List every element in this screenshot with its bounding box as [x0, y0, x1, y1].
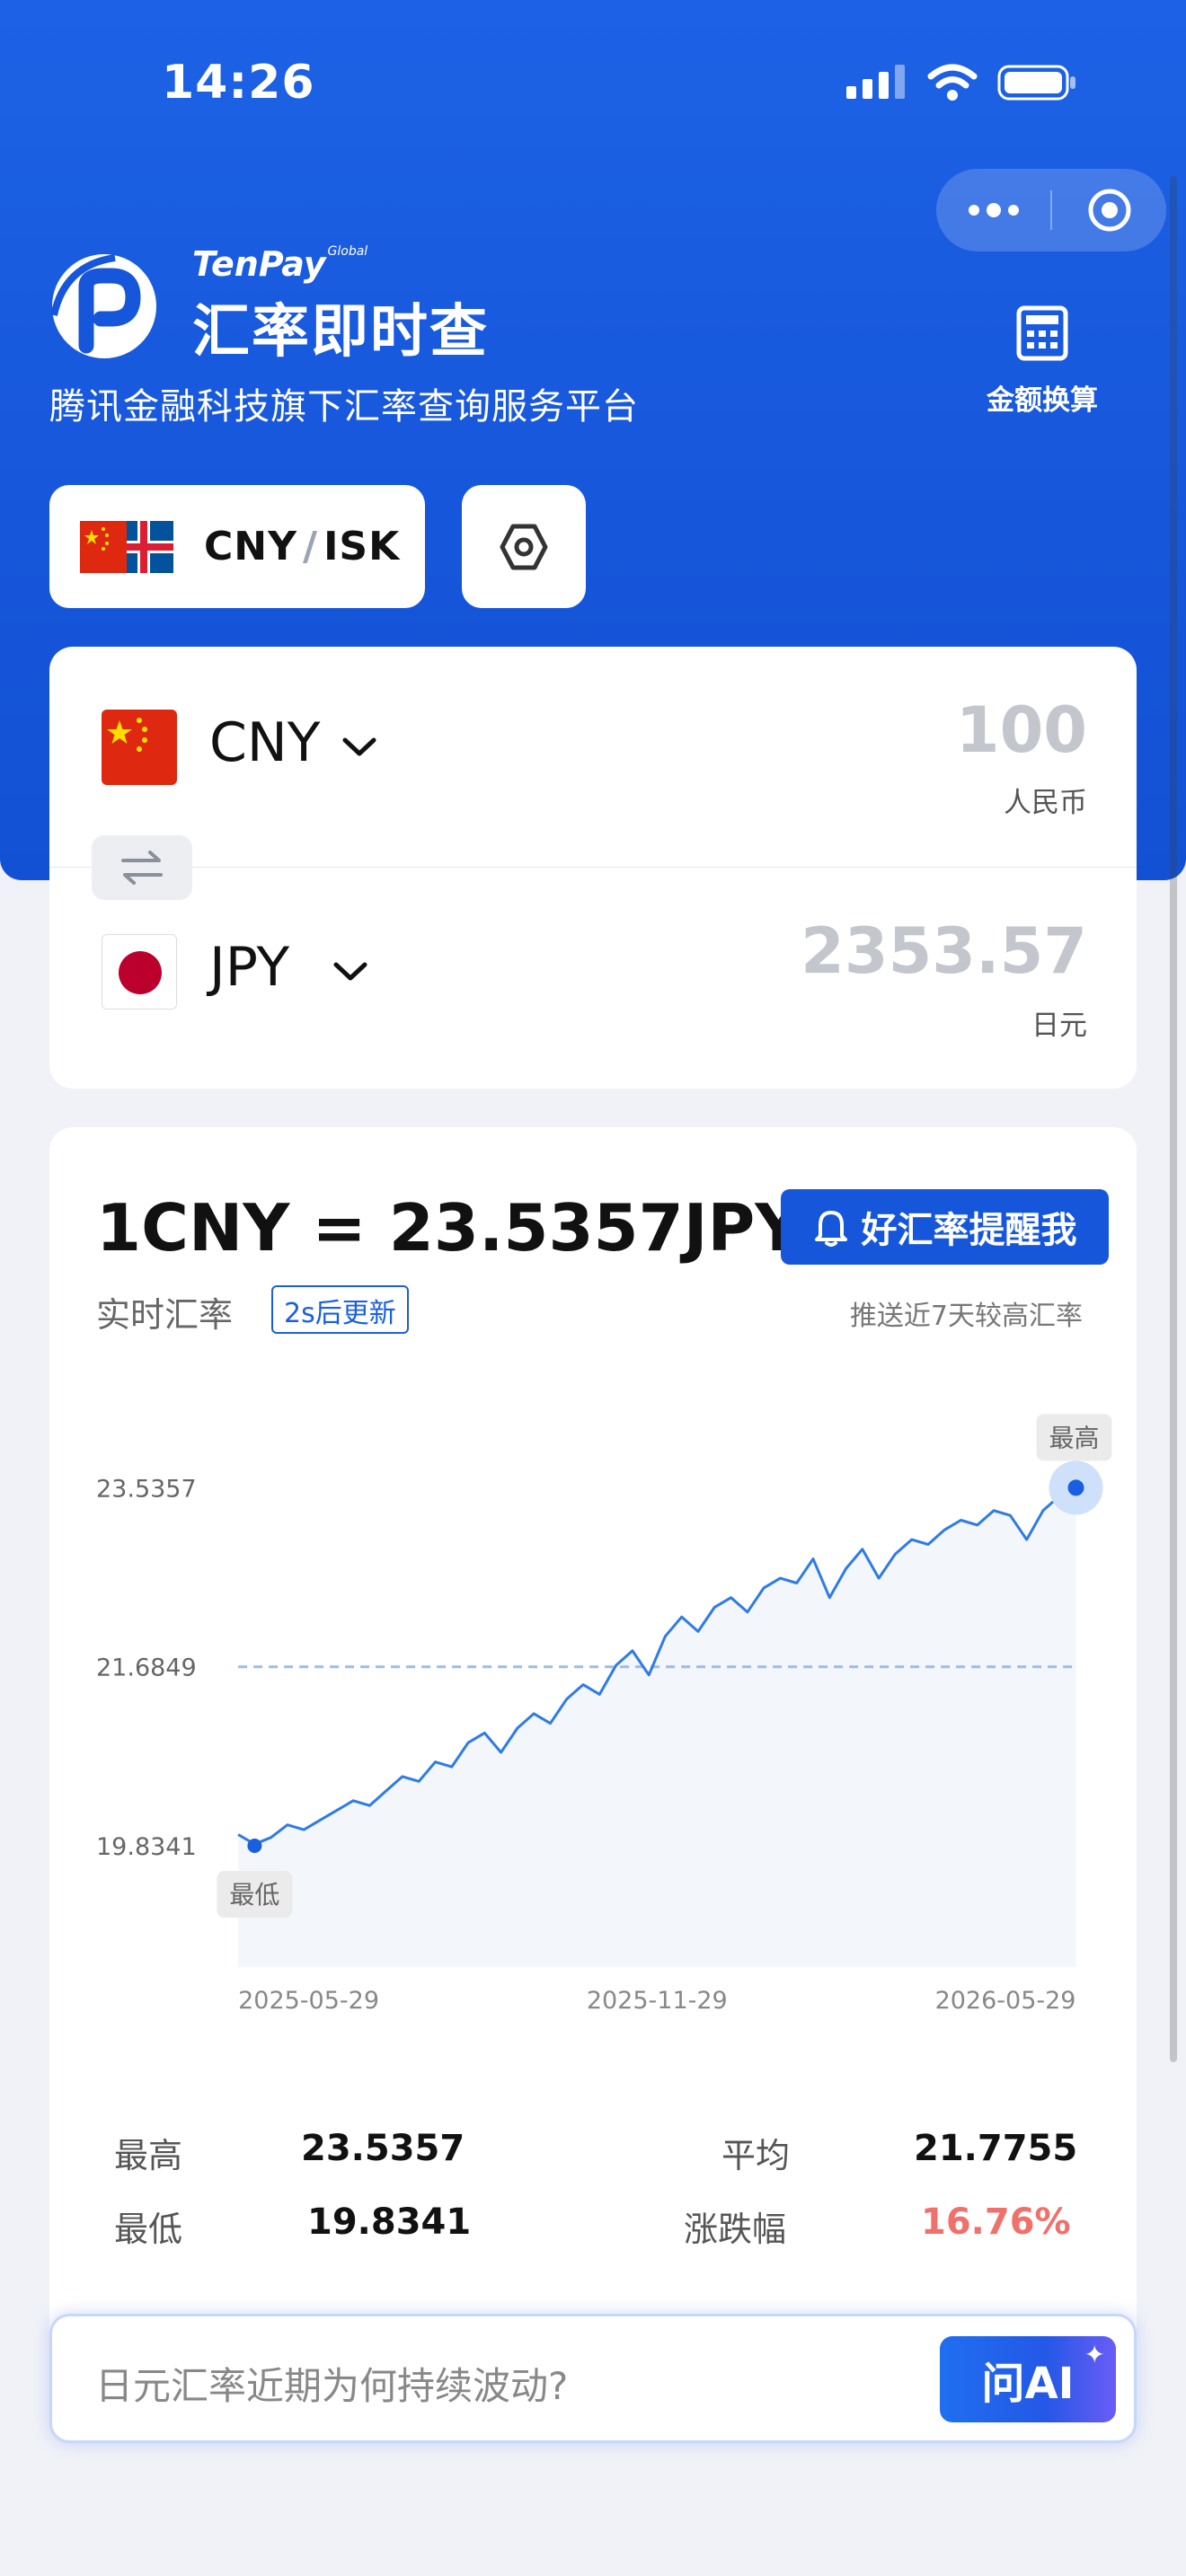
stat-avg-label: 平均	[721, 2136, 791, 2175]
calculator-icon	[1016, 305, 1068, 361]
japan-flag-icon	[102, 934, 177, 1010]
ask-ai-placeholder[interactable]: 日元汇率近期为何持续波动?	[95, 2356, 568, 2411]
brand: TenPay Global 汇率即时查	[47, 244, 489, 368]
swap-currencies-button[interactable]	[92, 835, 192, 900]
from-amount[interactable]: 100	[956, 693, 1087, 767]
battery-icon	[997, 65, 1075, 101]
rate-card: 1CNY = 23.5357JPY 实时汇率 2s后更新 好汇率提醒我 推送近7…	[49, 1127, 1137, 2349]
to-amount[interactable]: 2353.57	[801, 914, 1087, 988]
chevron-down-icon	[333, 962, 367, 981]
pair-quote: ISK	[323, 524, 401, 569]
y-tick-label: 23.5357	[96, 1475, 197, 1503]
brand-name: TenPay Global	[192, 244, 368, 284]
ask-ai-label: 问AI	[981, 2359, 1075, 2409]
realtime-rate-label: 实时汇率	[96, 1295, 234, 1335]
tenpay-logo-icon	[50, 254, 156, 358]
from-currency-row[interactable]: CNY 100 人民币	[49, 647, 1137, 867]
rate-history-chart[interactable]: 23.5357 21.6849 19.8341 2025-05-29 2025-11-2…	[49, 1397, 1137, 2250]
rate-alert-button[interactable]: 好汇率提醒我	[781, 1189, 1109, 1265]
x-tick-label: 2026-05-29	[935, 1987, 1076, 2015]
stat-change-value: 16.76%	[921, 2201, 1071, 2243]
sparkle-icon: ✦	[1084, 2340, 1105, 2369]
chevron-down-icon	[342, 737, 376, 756]
ask-ai-button[interactable]: 问AI ✦	[940, 2336, 1116, 2422]
from-currency-code: CNY	[209, 711, 321, 774]
china-flag-icon	[102, 710, 177, 785]
min-point-marker[interactable]	[247, 1839, 262, 1853]
pair-base: CNY	[204, 524, 297, 569]
stat-avg-value: 21.7755	[914, 2128, 1078, 2169]
to-currency-row[interactable]: JPY 2353.57 日元	[49, 868, 1137, 1088]
more-menu-button[interactable]	[936, 203, 1050, 217]
stat-low-label: 最低	[114, 2210, 183, 2249]
target-icon	[1088, 189, 1130, 232]
scrollbar[interactable]	[1170, 176, 1177, 2062]
converter-card: CNY 100 人民币 JPY 2353.57 日元	[49, 647, 1137, 1089]
miniprogram-capsule	[936, 169, 1166, 251]
status-icons	[846, 63, 1078, 102]
y-tick-label: 21.6849	[96, 1654, 197, 1682]
rate-alert-label: 好汇率提醒我	[861, 1210, 1077, 1251]
amount-calculator-button[interactable]: 金额换算	[979, 305, 1105, 418]
settings-hexagon-icon	[500, 524, 548, 569]
alert-note: 推送近7天较高汇率	[849, 1301, 1083, 1332]
close-miniprogram-button[interactable]	[1052, 187, 1166, 234]
app-subtitle: 腾讯金融科技旗下汇率查询服务平台	[49, 386, 639, 428]
max-label: 最高	[1049, 1423, 1099, 1452]
settings-button[interactable]	[462, 485, 586, 608]
swap-arrows-icon	[121, 851, 163, 885]
ask-ai-bar[interactable]: 日元汇率近期为何持续波动? 问AI ✦	[49, 2314, 1137, 2443]
stat-change-label: 涨跌幅	[684, 2210, 787, 2249]
update-countdown-badge: 2s后更新	[271, 1285, 409, 1334]
x-tick-label: 2025-05-29	[238, 1987, 379, 2015]
to-currency-code: JPY	[209, 936, 290, 999]
more-dots-icon	[968, 203, 1019, 217]
china-iceland-flags-icon	[80, 520, 173, 573]
stat-low-value: 19.8341	[307, 2201, 472, 2243]
signal-icon	[846, 65, 905, 99]
chart-area-fill	[238, 1487, 1076, 1968]
bell-icon	[814, 1211, 847, 1247]
currency-pair-selector[interactable]: CNY / ISK	[49, 485, 425, 608]
currency-pair-label: CNY / ISK	[204, 524, 401, 569]
to-currency-unit: 日元	[1031, 1010, 1087, 1042]
calculator-label: 金额换算	[987, 384, 1098, 417]
y-tick-label: 19.8341	[96, 1833, 197, 1861]
rate-headline: 1CNY = 23.5357JPY	[96, 1190, 802, 1266]
x-tick-label: 2025-11-29	[587, 1987, 728, 2015]
from-currency-unit: 人民币	[1004, 787, 1087, 819]
status-time: 14:26	[162, 56, 315, 110]
brand-superscript: Global	[327, 244, 368, 259]
wifi-icon	[927, 64, 978, 101]
stat-high-value: 23.5357	[301, 2128, 465, 2169]
min-label: 最低	[229, 1880, 279, 1910]
max-point-marker[interactable]	[1067, 1479, 1084, 1496]
stat-high-label: 最高	[114, 2136, 183, 2175]
app-title: 汇率即时查	[192, 299, 489, 366]
